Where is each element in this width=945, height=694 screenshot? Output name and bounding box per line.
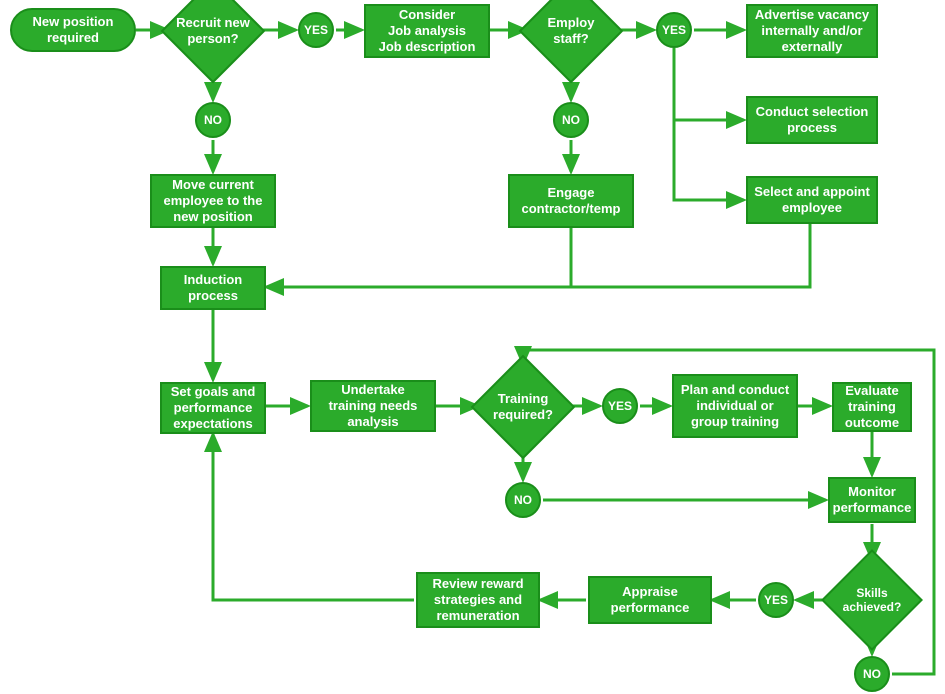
node-set-goals: Set goals and performance expectations bbox=[160, 382, 266, 434]
node-advertise: Advertise vacancy internally and/or exte… bbox=[746, 4, 878, 58]
node-monitor: Monitor performance bbox=[828, 477, 916, 523]
node-recruit-decision: Recruit new person? bbox=[172, 0, 254, 72]
node-new-position: New position required bbox=[10, 8, 136, 52]
node-training-decision: Training required? bbox=[482, 366, 564, 448]
node-move-current: Move current employee to the new positio… bbox=[150, 174, 276, 228]
node-select-appoint: Select and appoint employee bbox=[746, 176, 878, 224]
node-engage-contractor: Engage contractor/temp bbox=[508, 174, 634, 228]
node-plan-conduct: Plan and conduct individual or group tra… bbox=[672, 374, 798, 438]
node-consider: Consider Job analysis Job description bbox=[364, 4, 490, 58]
node-employ-yes: YES bbox=[656, 12, 692, 48]
node-training-yes: YES bbox=[602, 388, 638, 424]
node-employ-no: NO bbox=[553, 102, 589, 138]
node-conduct-selection: Conduct selection process bbox=[746, 96, 878, 144]
node-review-reward: Review reward strategies and remuneratio… bbox=[416, 572, 540, 628]
node-skills-yes: YES bbox=[758, 582, 794, 618]
flowchart: { "nodes": { "new_position": "New positi… bbox=[0, 0, 945, 694]
label-recruit: Recruit new person? bbox=[172, 0, 254, 72]
node-undertake: Undertake training needs analysis bbox=[310, 380, 436, 432]
node-evaluate: Evaluate training outcome bbox=[832, 382, 912, 432]
node-training-no: NO bbox=[505, 482, 541, 518]
label-training: Training required? bbox=[482, 366, 564, 448]
label-skills: Skills achieved? bbox=[832, 560, 912, 640]
node-skills-no: NO bbox=[854, 656, 890, 692]
node-employ-decision: Employ staff? bbox=[530, 0, 612, 72]
node-skills-decision: Skills achieved? bbox=[832, 560, 912, 640]
label-employ: Employ staff? bbox=[530, 0, 612, 72]
node-recruit-no: NO bbox=[195, 102, 231, 138]
node-induction: Induction process bbox=[160, 266, 266, 310]
node-appraise: Appraise performance bbox=[588, 576, 712, 624]
node-recruit-yes: YES bbox=[298, 12, 334, 48]
